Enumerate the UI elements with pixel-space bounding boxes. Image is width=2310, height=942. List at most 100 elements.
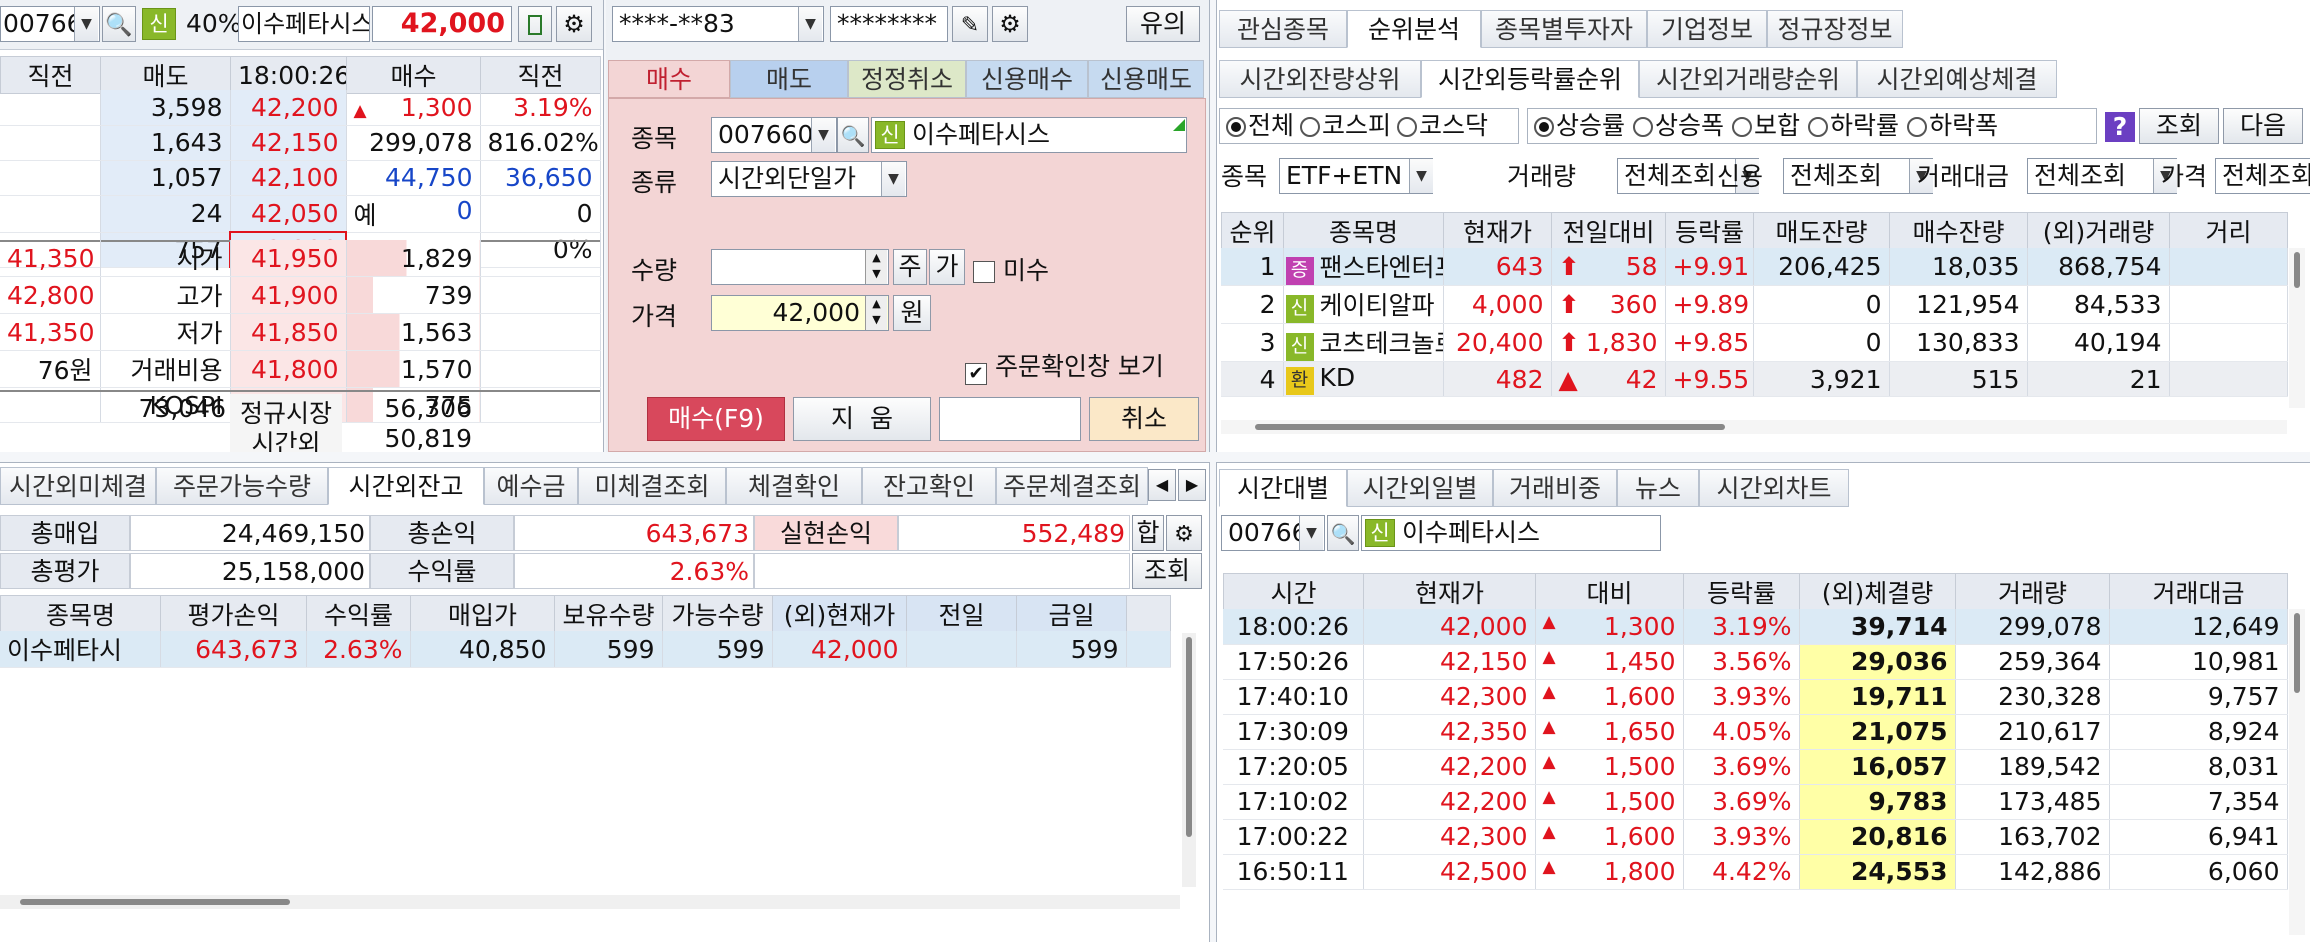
scrollbar-thumb[interactable]	[1255, 424, 1725, 430]
bid-row[interactable]: 42,800 고가 41,900 739	[0, 276, 601, 314]
bid-row[interactable]: 76원 거래비용 41,800 1,570	[0, 350, 601, 388]
tab-balance-3[interactable]: 예수금	[484, 467, 578, 505]
radio-market-0[interactable]: 전체	[1226, 111, 1294, 140]
price-input[interactable]: 42,000	[711, 295, 889, 331]
subtab-rank-3[interactable]: 시간외예상체결	[1857, 60, 2057, 98]
table-row[interactable]: 2 신 케이티알파 4,000 ⬆ 360 +9.89 0 121,954 84,533	[1221, 285, 2288, 324]
tab-time-1[interactable]: 시간외일별	[1347, 469, 1493, 507]
radio-market-1[interactable]: 코스피	[1300, 111, 1391, 140]
bid-price[interactable]: 41,850	[230, 313, 347, 351]
chevron-down-icon[interactable]: ▼	[74, 7, 98, 41]
radio-sort-1[interactable]: 상승폭	[1633, 111, 1724, 140]
tab-rank-4[interactable]: 정규장정보	[1767, 10, 1903, 48]
sum-button[interactable]: 합	[1132, 515, 1164, 551]
table-row[interactable]: 18:00:26 42,000 ▲ 1,300 3.19% 39,714 299,078 12…	[1223, 609, 2288, 645]
ask-row[interactable]: 1,057 42,100 44,750 36,650	[0, 160, 601, 196]
tab-balance-2[interactable]: 시간외잔고	[328, 467, 484, 505]
ask-price[interactable]: 42,050	[230, 195, 347, 233]
tab-order-4[interactable]: 신용매도	[1088, 60, 1204, 98]
horizontal-scrollbar[interactable]	[0, 895, 1180, 909]
search-button[interactable]: 🔍	[102, 6, 136, 42]
table-row[interactable]: 17:00:22 42,300 ▲ 1,600 3.93% 20,816 163,702 6,…	[1223, 819, 2288, 855]
table-row[interactable]: 1증팬스타엔터프643⬆ 58+9.91206,42518,035868,754	[1221, 248, 2288, 286]
vertical-scrollbar[interactable]	[2289, 609, 2305, 935]
ask-row[interactable]: 24 42,050 예 0 0	[0, 195, 601, 233]
tab-balance-6[interactable]: 잔고확인	[862, 467, 996, 505]
settings-button[interactable]: ⚙	[1166, 515, 1202, 551]
account-input[interactable]: ****-**83	[612, 6, 824, 42]
bid-row[interactable]: 41,350 시가 41,950 1,829	[0, 240, 601, 277]
table-row[interactable]: 4 환 KD 482 ▲ 42 +9.55 3,921 515 21	[1221, 361, 2288, 397]
tab-order-2[interactable]: 정정취소	[848, 60, 966, 98]
order-type-select[interactable]: 시간외단일가	[711, 161, 907, 197]
confirm-checkbox[interactable]: ✔ 주문확인창 보기	[965, 347, 1164, 385]
tab-time-2[interactable]: 거래비중	[1493, 469, 1617, 507]
bid-price[interactable]: 41,800	[230, 350, 347, 388]
buy-submit-button[interactable]: 매수(F9)	[647, 397, 785, 441]
table-row[interactable]: 이수페타시 643,673 2.63% 40,850 599 599 42,000 599	[0, 631, 1171, 668]
radio-sort-3[interactable]: 하락률	[1808, 111, 1899, 140]
tab-time-0[interactable]: 시간대별	[1219, 469, 1347, 507]
chevron-down-icon[interactable]: ▼	[881, 162, 905, 196]
price-unit-button[interactable]: 원	[893, 295, 931, 331]
bid-price[interactable]: 41,900	[230, 276, 347, 314]
tab-balance-4[interactable]: 미체결조회	[578, 467, 726, 505]
misu-checkbox[interactable]: 미수	[973, 251, 1049, 287]
tab-order-1[interactable]: 매도	[730, 60, 848, 98]
radio-sort-2[interactable]: 보합	[1732, 111, 1800, 140]
ask-row[interactable]: 3,598 42,200 ▲ 1,300 3.19%	[0, 90, 601, 126]
tab-balance-0[interactable]: 시간외미체결	[0, 467, 156, 505]
help-button[interactable]: ?	[2105, 112, 2135, 142]
tab-order-0[interactable]: 매수	[608, 60, 730, 98]
tab-scroll-right[interactable]: ▶	[1178, 469, 1206, 501]
chart-toggle-button[interactable]	[518, 6, 552, 42]
password-input[interactable]: ********	[830, 6, 948, 42]
radio-sort-4[interactable]: 하락폭	[1907, 111, 1998, 140]
tab-balance-5[interactable]: 체결확인	[726, 467, 862, 505]
table-row[interactable]: 16:50:11 42,500 ▲ 1,800 4.42% 24,553 142,886 6,…	[1223, 854, 2288, 890]
qty-price-button[interactable]: 가	[929, 249, 965, 285]
scrollbar-thumb[interactable]	[1186, 637, 1192, 837]
settings-button[interactable]: ⚙	[556, 6, 592, 42]
settings-button[interactable]: ⚙	[992, 6, 1028, 42]
cell-name[interactable]: 신코츠테크놀로	[1283, 323, 1444, 362]
cell-name[interactable]: 신 케이티알파	[1283, 285, 1444, 324]
tab-rank-0[interactable]: 관심종목	[1219, 10, 1347, 48]
tab-time-3[interactable]: 뉴스	[1617, 469, 1699, 507]
chevron-down-icon[interactable]: ▼	[1409, 159, 1433, 193]
radio-sort-0[interactable]: 상승률	[1534, 111, 1625, 140]
table-row[interactable]: 3신코츠테크놀로20,400⬆1,830+9.850130,83340,194	[1221, 323, 2288, 362]
stock-name-field[interactable]: 이수페타시스	[238, 6, 370, 42]
subtab-rank-2[interactable]: 시간외거래량순위	[1639, 60, 1857, 98]
edit-button[interactable]: ✎	[952, 6, 988, 42]
chevron-down-icon[interactable]: ▼	[811, 118, 835, 152]
tab-rank-1[interactable]: 순위분석	[1347, 10, 1481, 48]
ask-price[interactable]: 42,100	[230, 160, 347, 196]
subtab-rank-0[interactable]: 시간외잔량상위	[1219, 60, 1421, 98]
time-name-field[interactable]: 이수페타시스	[1361, 515, 1661, 551]
ask-price[interactable]: 42,150	[230, 125, 347, 161]
tab-order-3[interactable]: 신용매수	[966, 60, 1088, 98]
tab-balance-1[interactable]: 주문가능수량	[156, 467, 328, 505]
order-name-field[interactable]: 이수페타시스	[871, 117, 1187, 153]
cell-name[interactable]: 증팬스타엔터프	[1283, 248, 1444, 286]
tab-balance-7[interactable]: 주문체결조회	[996, 467, 1148, 505]
query-button[interactable]: 조회	[1132, 553, 1202, 589]
caution-button[interactable]: 유의	[1126, 6, 1200, 42]
clear-button[interactable]: 지 움	[793, 397, 931, 441]
price-stepper[interactable]: ▲ ▼	[865, 296, 887, 330]
tab-time-4[interactable]: 시간외차트	[1699, 469, 1849, 507]
tab-rank-3[interactable]: 기업정보	[1647, 10, 1767, 48]
table-row[interactable]: 17:10:02 42,200 ▲ 1,500 3.69% 9,783 173,485 7,3…	[1223, 784, 2288, 820]
scrollbar-thumb[interactable]	[2294, 613, 2300, 693]
table-row[interactable]: 17:40:10 42,300 ▲ 1,600 3.93% 19,711 230,328 9,…	[1223, 679, 2288, 715]
bid-row[interactable]: 41,350 저가 41,850 1,563	[0, 313, 601, 351]
scrollbar-thumb[interactable]	[20, 899, 290, 905]
search-button[interactable]: 🔍	[837, 117, 869, 153]
table-row[interactable]: 17:50:26 42,150 ▲ 1,450 3.56% 29,036 259,364 10…	[1223, 644, 2288, 680]
horizontal-scrollbar[interactable]	[1221, 420, 2287, 434]
subtab-rank-1[interactable]: 시간외등락률순위	[1421, 60, 1639, 98]
cancel-button[interactable]: 취소	[1089, 397, 1199, 441]
qty-input[interactable]	[711, 249, 889, 285]
search-button[interactable]: 🔍	[1327, 515, 1359, 551]
